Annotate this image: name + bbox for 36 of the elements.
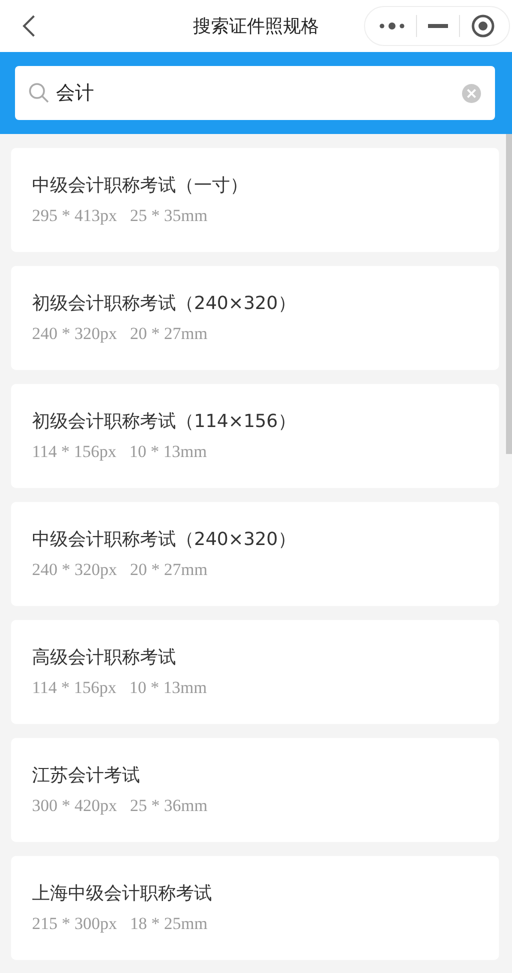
page-title: 搜索证件照规格 <box>193 15 319 38</box>
result-card[interactable]: 江苏会计考试 300 * 420px 25 * 36mm <box>11 738 499 842</box>
pixel-size: 300 * 420px <box>32 796 117 816</box>
result-card[interactable]: 上海中级会计职称考试 215 * 300px 18 * 25mm <box>11 856 499 960</box>
millimeter-size: 10 * 13mm <box>129 442 207 462</box>
pixel-size: 295 * 413px <box>32 206 117 226</box>
result-card[interactable]: 初级会计职称考试（240×320） 240 * 320px 20 * 27mm <box>11 266 499 370</box>
close-icon[interactable] <box>471 14 496 38</box>
more-icon[interactable] <box>378 22 405 30</box>
pixel-size: 215 * 300px <box>32 914 117 934</box>
minimize-icon[interactable] <box>428 24 448 28</box>
result-card[interactable]: 中级会计职称考试（240×320） 240 * 320px 20 * 27mm <box>11 502 499 606</box>
back-icon[interactable] <box>22 14 36 38</box>
pixel-size: 114 * 156px <box>32 678 116 698</box>
search-bar[interactable]: 会计 <box>15 66 495 120</box>
spec-name: 初级会计职称考试（240×320） <box>32 292 297 316</box>
millimeter-size: 25 * 35mm <box>130 206 208 226</box>
pixel-size: 240 * 320px <box>32 324 117 344</box>
spec-name: 中级会计职称考试（240×320） <box>32 528 297 552</box>
pixel-size: 240 * 320px <box>32 560 117 580</box>
pixel-size: 114 * 156px <box>32 442 116 462</box>
spec-name: 江苏会计考试 <box>32 764 141 788</box>
millimeter-size: 20 * 27mm <box>130 560 208 580</box>
result-card[interactable]: 中级会计职称考试（一寸） 295 * 413px 25 * 35mm <box>11 148 499 252</box>
spec-name: 上海中级会计职称考试 <box>32 882 213 906</box>
millimeter-size: 20 * 27mm <box>130 324 208 344</box>
spec-name: 中级会计职称考试（一寸） <box>32 174 249 198</box>
millimeter-size: 10 * 13mm <box>129 678 207 698</box>
result-card[interactable]: 高级会计职称考试 114 * 156px 10 * 13mm <box>11 620 499 724</box>
scrollbar[interactable] <box>506 134 512 454</box>
spec-name: 初级会计职称考试（114×156） <box>32 410 297 434</box>
spec-name: 高级会计职称考试 <box>32 646 177 670</box>
search-icon <box>28 82 50 104</box>
millimeter-size: 25 * 36mm <box>130 796 208 816</box>
result-card[interactable]: 初级会计职称考试（114×156） 114 * 156px 10 * 13mm <box>11 384 499 488</box>
millimeter-size: 18 * 25mm <box>130 914 208 934</box>
